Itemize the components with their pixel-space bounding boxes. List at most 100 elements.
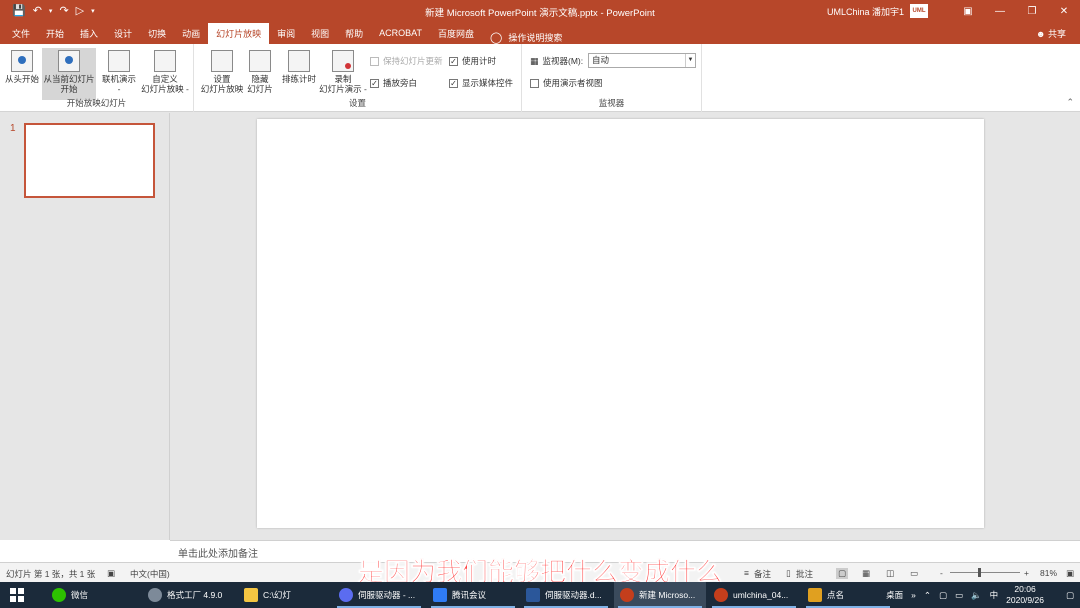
taskbar-item-explorer[interactable]: C:\幻灯 [238,582,330,608]
taskbar-label: 新建 Microso... [639,590,696,600]
slide-canvas[interactable] [257,119,984,528]
use-timings-label: 使用计时 [462,56,497,66]
slide-thumbnail[interactable] [24,123,155,198]
tab-baidu-netdisk[interactable]: 百度网盘 [430,22,482,44]
chevron-down-icon[interactable]: ▼ [685,54,695,67]
group-label-monitors: 监视器 [598,98,625,108]
tab-transitions[interactable]: 切换 [140,22,174,44]
from-current-button[interactable]: 从当前幻灯片 开始 [42,48,96,100]
dropdown-icon[interactable]: ▾ [49,8,53,15]
undo-icon[interactable]: ↶ [33,5,42,17]
tab-insert[interactable]: 插入 [72,22,106,44]
hide-label-2: 幻灯片 [247,84,273,94]
rehearse-timings-button[interactable]: 排练计时 [280,48,318,100]
ime-indicator[interactable]: 中 [990,589,999,601]
setup-slideshow-button[interactable]: 设置 幻灯片放映 [200,48,244,100]
group-setup: 设置 幻灯片放映 隐藏 幻灯片 排练计时 录制 幻灯片演示 - 保持幻灯片更新 … [194,44,522,112]
setup-label-1: 设置 [213,74,231,84]
taskbar-label: 格式工厂 4.9.0 [167,590,223,600]
customize-qat-icon[interactable]: ▾ [91,8,95,15]
taskbar-label: umlchina_04... [733,590,789,600]
from-current-label-2: 开始 [60,84,78,94]
title-bar: 💾 ↶ ▾ ↷ ▷ ▾ 新建 Microsoft PowerPoint 演示文稿… [0,0,1080,22]
from-beginning-button[interactable]: 从头开始 [3,48,41,100]
tell-me-search[interactable]: ◯ 操作说明搜索 [490,31,562,44]
from-beginning-label: 从头开始 [4,74,39,84]
taskbar-item-umlchina[interactable]: umlchina_04... [708,582,800,608]
slideshow-start-icon [11,50,33,72]
checkbox-box [370,56,379,66]
windows-start-icon[interactable] [10,588,24,602]
avatar[interactable]: UML [910,4,928,18]
restore-icon[interactable]: ❐ [1016,0,1048,22]
monitor-select-value: 自动 [592,55,610,65]
setup-label-2: 幻灯片放映 [200,84,244,94]
taskbar-label: 伺服驱动器.d... [545,590,602,600]
present-icon[interactable]: ▷ [76,5,84,17]
tab-view[interactable]: 视图 [303,22,337,44]
taskbar-item-word[interactable]: 伺服驱动器.d... [520,582,612,608]
monitor-icon: ▦ [530,55,539,66]
share-button[interactable]: ☻ 共享 [1036,27,1066,40]
close-icon[interactable]: ✕ [1048,0,1080,22]
stopwatch-icon [288,50,310,72]
present-online-icon [108,50,130,72]
person-icon: ☻ [1035,29,1046,39]
taskbar-item-tencent-meeting[interactable]: 腾讯会议 [427,582,519,608]
notification-icon[interactable]: ▢ [1066,590,1074,601]
thumbnail-number: 1 [10,123,16,134]
overflow-icon[interactable]: » [911,590,916,600]
tray-app-icon[interactable]: ▢ [939,590,947,601]
presenter-view-checkbox[interactable]: 使用演示者视图 [530,77,603,89]
clock-time: 20:06 [1014,584,1036,594]
minimize-icon[interactable]: — [984,0,1016,22]
show-media-controls-checkbox[interactable]: ✓ 显示媒体控件 [449,77,513,89]
tab-slide-show[interactable]: 幻灯片放映 [208,23,270,44]
tab-file[interactable]: 文件 [4,22,38,44]
desktop-toolbar[interactable]: 桌面 [886,589,903,601]
clock[interactable]: 20:06 2020/9/26 [1006,584,1044,606]
tab-home[interactable]: 开始 [38,22,72,44]
tab-design[interactable]: 设计 [106,22,140,44]
present-online-button[interactable]: 联机演示 - [99,48,139,100]
slide-editor [171,113,1080,540]
monitor-label: 监视器(M): [542,56,584,66]
taskbar-item-servo-driver[interactable]: 伺服驱动器 - ... [333,582,425,608]
clock-date: 2020/9/26 [1006,595,1044,605]
custom-slideshow-label-1: 自定义 [152,74,178,84]
word-icon [526,588,540,602]
taskbar-label: 伺服驱动器 - ... [358,590,416,600]
powerpoint-icon [714,588,728,602]
redo-icon[interactable]: ↷ [59,5,68,17]
save-icon[interactable]: 💾 [12,5,26,17]
checkbox-checked: ✓ [449,56,458,66]
keep-updated-checkbox[interactable]: 保持幻灯片更新 [370,55,443,67]
taskbar-label: 点名 [827,590,845,600]
record-label-1: 录制 [334,74,352,84]
custom-slideshow-icon [154,50,176,72]
tab-help[interactable]: 帮助 [337,22,371,44]
network-icon[interactable]: ▭ [955,590,963,601]
taskbar-label: 腾讯会议 [452,590,487,600]
record-slideshow-button[interactable]: 录制 幻灯片演示 - [318,48,368,100]
collapse-ribbon-icon[interactable]: ⌃ [1066,97,1074,108]
taskbar-item-format-factory[interactable]: 格式工厂 4.9.0 [142,582,234,608]
taskbar-item-powerpoint[interactable]: 新建 Microso... [614,582,706,608]
volume-icon[interactable]: 🔈 [971,590,982,601]
tab-review[interactable]: 审阅 [269,22,303,44]
custom-slideshow-button[interactable]: 自定义 幻灯片放映 - [139,48,191,100]
tab-animations[interactable]: 动画 [174,22,208,44]
monitor-select[interactable]: 自动 ▼ [588,53,696,68]
record-icon [332,50,354,72]
ribbon-display-options-icon[interactable]: ▣ [952,0,984,22]
chevron-up-icon[interactable]: ⌃ [924,590,931,601]
powerpoint-icon [620,588,634,602]
taskbar-item-wechat[interactable]: 微信 [46,582,138,608]
play-narrations-checkbox[interactable]: ✓ 播放旁白 [370,77,417,89]
hide-slide-icon [249,50,271,72]
tab-acrobat[interactable]: ACROBAT [371,22,430,44]
use-timings-checkbox[interactable]: ✓ 使用计时 [449,55,496,67]
quick-access-toolbar: 💾 ↶ ▾ ↷ ▷ ▾ [0,0,95,22]
user-name[interactable]: UMLChina 潘加宇1 [827,5,904,18]
hide-slide-button[interactable]: 隐藏 幻灯片 [244,48,276,100]
